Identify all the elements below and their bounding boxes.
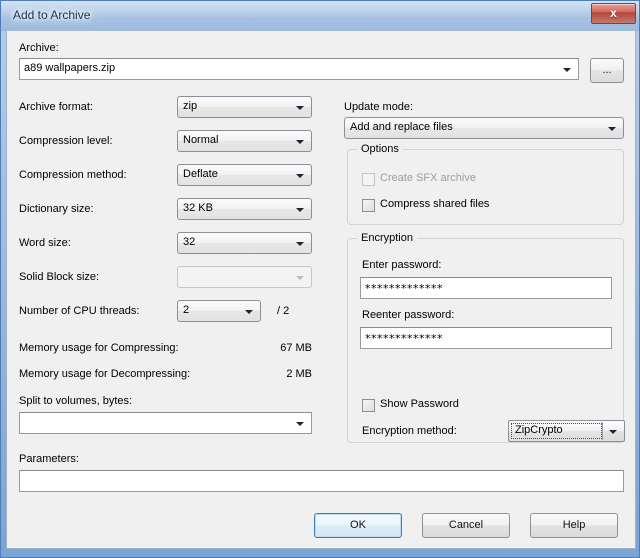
solid-block-size-select xyxy=(177,266,312,288)
cpu-threads-value: 2 xyxy=(183,304,190,316)
chevron-down-icon xyxy=(296,106,304,110)
reenter-password-input[interactable]: ************* xyxy=(360,327,612,349)
update-mode-select[interactable]: Add and replace files xyxy=(344,117,624,139)
archive-path-value: a89 wallpapers.zip xyxy=(24,62,116,74)
options-group-title: Options xyxy=(357,143,403,155)
options-group: Options Create SFX archive Compress shar… xyxy=(347,143,624,225)
cancel-button[interactable]: Cancel xyxy=(422,513,510,538)
enter-password-input[interactable]: ************* xyxy=(360,277,612,299)
show-password-label: Show Password xyxy=(380,398,459,410)
ok-button[interactable]: OK xyxy=(314,513,402,538)
chevron-down-icon xyxy=(608,127,616,131)
encryption-method-label: Encryption method: xyxy=(362,425,457,437)
archive-format-label: Archive format: xyxy=(19,101,93,113)
word-size-select[interactable]: 32 xyxy=(177,232,312,254)
compression-level-select[interactable]: Normal xyxy=(177,130,312,152)
split-volumes-label: Split to volumes, bytes: xyxy=(19,395,133,407)
parameters-input[interactable] xyxy=(19,470,624,492)
archive-format-select[interactable]: zip xyxy=(177,96,312,118)
chevron-down-icon xyxy=(296,276,304,280)
dictionary-size-value: 32 KB xyxy=(183,202,213,214)
add-to-archive-dialog: Add to Archive x Archive: a89 wallpapers… xyxy=(0,0,640,558)
cpu-threads-label: Number of CPU threads: xyxy=(19,305,140,317)
enter-password-label: Enter password: xyxy=(362,259,442,271)
reenter-password-label: Reenter password: xyxy=(362,309,455,321)
encryption-group-title: Encryption xyxy=(357,232,417,244)
split-volumes-input[interactable] xyxy=(19,412,312,434)
dictionary-size-label: Dictionary size: xyxy=(19,203,94,215)
encryption-group: Encryption Enter password: *************… xyxy=(347,232,625,443)
chevron-down-icon xyxy=(563,68,571,72)
help-button[interactable]: Help xyxy=(530,513,618,538)
cpu-threads-select[interactable]: 2 xyxy=(177,300,261,322)
word-size-label: Word size: xyxy=(19,237,71,249)
compression-method-select[interactable]: Deflate xyxy=(177,164,312,186)
archive-label: Archive: xyxy=(19,42,59,54)
solid-block-size-label: Solid Block size: xyxy=(19,271,100,283)
create-sfx-label: Create SFX archive xyxy=(380,172,476,184)
compression-level-value: Normal xyxy=(183,134,219,146)
memory-decompressing-value: 2 MB xyxy=(286,368,312,380)
chevron-down-icon xyxy=(296,174,304,178)
compression-method-label: Compression method: xyxy=(19,169,127,181)
memory-compressing-value: 67 MB xyxy=(280,342,312,354)
chevron-down-icon xyxy=(245,310,253,314)
parameters-label: Parameters: xyxy=(19,453,79,465)
encryption-method-select[interactable]: ZipCrypto xyxy=(508,420,625,442)
update-mode-label: Update mode: xyxy=(344,101,414,113)
cpu-threads-total: / 2 xyxy=(277,305,290,317)
archive-path-input[interactable]: a89 wallpapers.zip xyxy=(19,58,579,80)
chevron-down-icon xyxy=(609,430,617,434)
dialog-client-area: Archive: a89 wallpapers.zip ... Archive … xyxy=(6,30,636,549)
title-bar[interactable]: Add to Archive x xyxy=(1,1,639,31)
dictionary-size-select[interactable]: 32 KB xyxy=(177,198,312,220)
memory-decompressing-label: Memory usage for Decompressing: xyxy=(19,368,191,380)
chevron-down-icon xyxy=(296,422,304,426)
close-icon[interactable]: x xyxy=(591,3,636,24)
compression-level-label: Compression level: xyxy=(19,135,113,147)
checkbox-icon xyxy=(362,173,375,186)
window-title: Add to Archive xyxy=(13,8,91,22)
archive-format-value: zip xyxy=(183,100,198,112)
checkbox-icon xyxy=(362,399,375,412)
word-size-value: 32 xyxy=(183,236,196,248)
compress-shared-label: Compress shared files xyxy=(380,198,490,210)
chevron-down-icon xyxy=(296,208,304,212)
chevron-down-icon xyxy=(296,140,304,144)
encryption-method-value: ZipCrypto xyxy=(515,424,563,436)
chevron-down-icon xyxy=(296,242,304,246)
update-mode-value: Add and replace files xyxy=(350,121,453,133)
checkbox-icon xyxy=(362,199,375,212)
close-glyph: x xyxy=(610,6,617,20)
browse-button[interactable]: ... xyxy=(590,58,624,83)
compression-method-value: Deflate xyxy=(183,168,218,180)
memory-compressing-label: Memory usage for Compressing: xyxy=(19,342,179,354)
